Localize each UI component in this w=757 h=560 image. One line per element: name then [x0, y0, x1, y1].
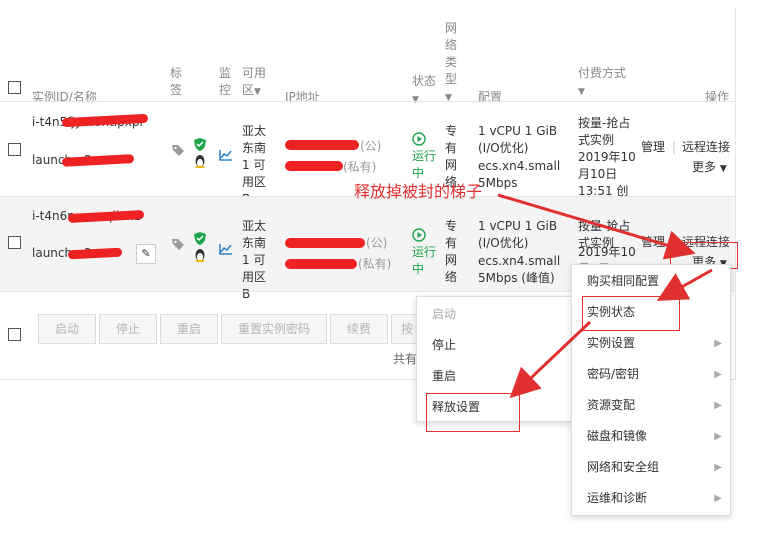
ip-private-label: (私有) — [343, 160, 377, 174]
chevron-right-icon: ▶ — [714, 493, 722, 504]
linux-penguin-icon — [194, 154, 206, 171]
running-play-icon — [412, 228, 426, 245]
reset-password-button[interactable]: 重置实例密码 — [221, 314, 327, 344]
header-config: 配置 — [478, 90, 503, 104]
menu-item-password-key[interactable]: 密码/密钥 ▶ — [572, 359, 730, 390]
remote-connect-link[interactable]: 远程连接 — [682, 139, 730, 156]
header-tag: 标签 — [170, 66, 183, 97]
menu-item-buy-same-config[interactable]: 购买相同配置 — [572, 266, 730, 297]
header-monitor: 监控 — [219, 66, 232, 97]
ip-private-label: (私有) — [358, 257, 392, 271]
select-all-footer-checkbox[interactable] — [8, 328, 21, 341]
menu-item-stop[interactable]: 停止 — [417, 330, 575, 361]
restart-button[interactable]: 重启 — [160, 314, 218, 344]
config-text: 1 vCPU 1 GiB (I/O优化) — [478, 219, 558, 250]
annotation-highlight-instance-status — [582, 296, 680, 331]
row-checkbox[interactable] — [8, 236, 21, 249]
status-running: 运行中 — [412, 149, 437, 180]
ip-public-label: (公) — [360, 139, 382, 153]
status-caret-icon: ▼ — [412, 95, 419, 105]
menu-item-restart[interactable]: 重启 — [417, 361, 575, 392]
billing-type: 按量-抢占式实例 — [578, 116, 631, 147]
menu-item-disk-image[interactable]: 磁盘和镜像 ▶ — [572, 421, 730, 452]
header-zone[interactable]: 可用区▼ — [242, 65, 270, 101]
redaction-mark — [285, 140, 359, 150]
redaction-mark — [285, 161, 343, 171]
header-actions: 操作 — [705, 90, 730, 104]
renew-button[interactable]: 续费 — [330, 314, 388, 344]
chevron-right-icon: ▶ — [714, 431, 722, 442]
chevron-right-icon: ▶ — [714, 462, 722, 473]
chevron-right-icon: ▶ — [714, 400, 722, 411]
status-running: 运行中 — [412, 245, 437, 276]
chevron-right-icon: ▶ — [714, 338, 722, 349]
tag-icon[interactable] — [171, 143, 185, 160]
billing-caret-icon: ▼ — [578, 87, 585, 97]
annotation-highlight-release — [426, 393, 520, 432]
separator: | — [672, 140, 677, 154]
security-shield-icon — [194, 232, 206, 248]
total-count-text: 共有 — [393, 352, 418, 366]
more-dropdown[interactable]: 更多 ▼ — [692, 159, 727, 178]
running-play-icon — [412, 132, 426, 149]
chevron-right-icon: ▶ — [714, 369, 722, 380]
edit-pencil-icon[interactable]: ✎ — [136, 244, 156, 264]
redaction-mark — [285, 259, 357, 269]
divider — [0, 101, 735, 102]
instance-type-link[interactable]: ecs.xn4.small — [478, 158, 560, 175]
header-status[interactable]: 状态 ▼ — [412, 73, 440, 109]
linux-penguin-icon — [194, 248, 206, 265]
header-billing[interactable]: 付费方式 ▼ — [578, 65, 628, 101]
bandwidth-text: 5Mbps (峰值) — [478, 271, 555, 285]
annotation-text: 释放掉被封的梯子 — [354, 182, 483, 201]
network-type: 专有网络 — [445, 219, 458, 284]
select-all-checkbox[interactable] — [8, 81, 21, 94]
ip-public-label: (公) — [366, 236, 388, 250]
menu-item-network-security[interactable]: 网络和安全组 ▶ — [572, 452, 730, 483]
stop-button[interactable]: 停止 — [99, 314, 157, 344]
manage-link[interactable]: 管理 — [641, 139, 665, 156]
header-network[interactable]: 网络类型▼ — [445, 20, 459, 107]
menu-item-resource-change[interactable]: 资源变配 ▶ — [572, 390, 730, 421]
instance-type-link[interactable]: ecs.xn4.small — [478, 253, 560, 270]
redaction-mark — [285, 238, 365, 248]
row-checkbox[interactable] — [8, 143, 21, 156]
menu-item-start[interactable]: 启动 — [417, 299, 575, 330]
monitor-chart-icon[interactable] — [219, 149, 233, 164]
bandwidth-text: 5Mbps — [478, 176, 518, 190]
menu-item-instance-settings[interactable]: 实例设置 ▶ — [572, 328, 730, 359]
tag-icon[interactable] — [171, 237, 185, 254]
security-shield-icon — [194, 138, 206, 154]
header-ip: IP地址 — [285, 90, 320, 104]
chevron-down-icon: ▼ — [719, 164, 727, 174]
config-text: 1 vCPU 1 GiB (I/O优化) — [478, 124, 558, 155]
start-button[interactable]: 启动 — [38, 314, 96, 344]
header-instance-id: 实例ID/名称 — [32, 90, 97, 104]
monitor-chart-icon[interactable] — [219, 243, 233, 258]
menu-item-ops-diagnosis[interactable]: 运维和诊断 ▶ — [572, 483, 730, 514]
zone-caret-icon: ▼ — [254, 87, 261, 97]
manage-link[interactable]: 管理 — [641, 234, 665, 251]
